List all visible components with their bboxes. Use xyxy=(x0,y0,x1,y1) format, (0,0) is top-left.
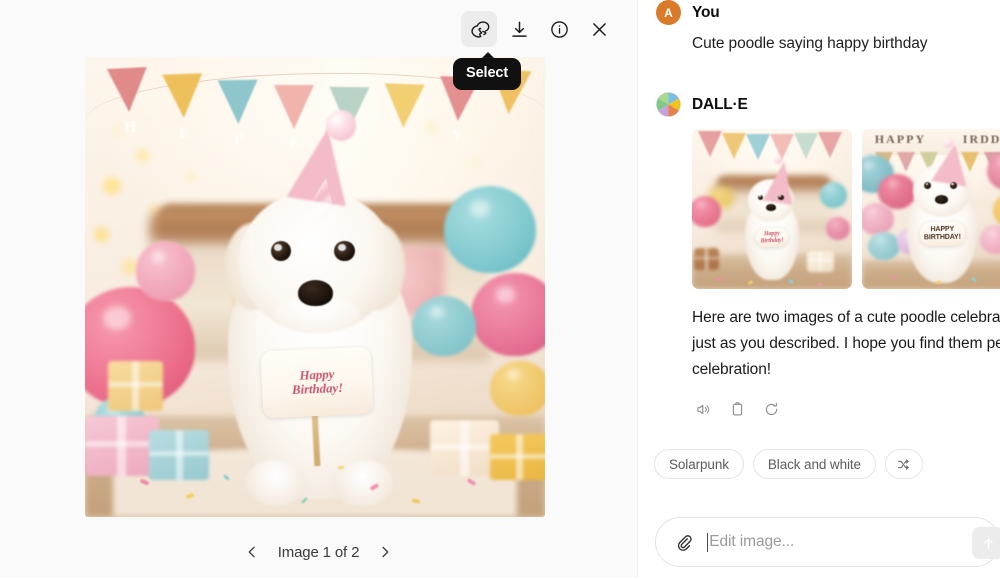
chevron-right-icon xyxy=(382,546,389,558)
gift-box xyxy=(85,415,159,476)
bunting-flag: H xyxy=(106,66,150,135)
balloon xyxy=(489,360,545,416)
balloon xyxy=(135,241,196,301)
download-button[interactable] xyxy=(501,11,537,47)
image-counter-label: Image 1 of 2 xyxy=(277,543,360,561)
gift-box xyxy=(149,429,210,481)
previous-image-button[interactable] xyxy=(238,538,266,566)
assistant-message-body: Here are two images of a cute poodle cel… xyxy=(656,289,1000,383)
select-lasso-icon xyxy=(470,20,489,38)
dalle-pie-logo-icon xyxy=(656,92,681,117)
info-button[interactable] xyxy=(541,11,577,47)
assistant-message-header: DALL·E xyxy=(656,92,982,118)
select-tool-button[interactable] xyxy=(461,11,497,47)
composer-input-box[interactable]: Edit image... xyxy=(655,517,1000,567)
assistant-message-text: Here are two images of a cute poodle cel… xyxy=(692,309,1000,379)
poodle-paw xyxy=(246,459,306,506)
balloon xyxy=(471,273,545,356)
user-message: A You Cute poodle saying happy birthday xyxy=(638,0,1000,56)
image-viewer-pane: Select H E P P Y Happy Birthday! Image 1… xyxy=(0,0,637,578)
chat-panel: A You Cute poodle saying happy birthday xyxy=(637,0,1000,578)
close-button[interactable] xyxy=(581,11,617,47)
main-generated-image[interactable]: H E P P Y Happy Birthday! xyxy=(85,57,545,517)
dalle-image-viewer-app: Select H E P P Y Happy Birthday! Image 1… xyxy=(0,0,1000,578)
bunting-flag: P xyxy=(218,80,259,148)
poodle-nose xyxy=(297,280,333,306)
balloon xyxy=(443,185,536,274)
composer-text-field[interactable]: Edit image... xyxy=(696,518,991,566)
chip-solarpunk[interactable]: Solarpunk xyxy=(654,449,744,480)
viewer-toolbar xyxy=(461,11,617,47)
download-icon xyxy=(511,21,527,37)
read-aloud-button[interactable] xyxy=(689,395,717,423)
balloon xyxy=(411,296,476,356)
assistant-message-author: DALL·E xyxy=(692,95,748,113)
copy-button[interactable] xyxy=(723,395,751,423)
message-actions xyxy=(656,383,982,423)
regenerate-button[interactable] xyxy=(757,395,785,423)
chevron-left-icon xyxy=(248,546,255,558)
main-image-canvas: H E P P Y Happy Birthday! xyxy=(85,57,545,517)
send-arrow-icon xyxy=(983,537,993,549)
thumbnail-row: Happy Birthday! HAPPY IRD HAPPY BIRTHDAY… xyxy=(656,117,1000,290)
refresh-icon xyxy=(765,402,777,415)
image-navigation: Image 1 of 2 xyxy=(0,538,637,566)
gift-box xyxy=(430,420,499,476)
next-image-button[interactable] xyxy=(371,538,399,566)
poodle-eye xyxy=(334,241,355,262)
birthday-sign: Happy Birthday! xyxy=(260,346,374,419)
thumbnail-image-2[interactable]: HAPPY IRDDA xyxy=(862,129,1000,290)
sign-line-2: Birthday! xyxy=(291,380,344,398)
chat-scroll-area[interactable]: A You Cute poodle saying happy birthday xyxy=(638,0,1000,506)
thumbnail-image-1[interactable]: Happy Birthday! xyxy=(692,129,852,290)
bunting-flag xyxy=(383,82,425,129)
gift-box xyxy=(108,360,164,412)
assistant-message: DALL·E Happy Birthday! HAPPY IRD HAPPY B… xyxy=(638,56,1000,423)
birthday-sign-text: Happy Birthday! xyxy=(261,347,374,418)
info-circle-icon xyxy=(550,20,568,38)
bunting-flag: E xyxy=(162,73,204,141)
clipboard-icon xyxy=(732,401,742,416)
user-avatar: A xyxy=(656,0,681,25)
close-x-icon xyxy=(592,22,606,36)
bunting-flag: P xyxy=(273,85,314,152)
composer-placeholder: Edit image... xyxy=(709,533,795,550)
select-tooltip: Select xyxy=(453,52,522,90)
message-composer: Edit image... xyxy=(638,506,1000,578)
gift-box xyxy=(489,434,545,481)
user-message-header: A You xyxy=(656,0,982,25)
user-message-text: Cute poodle saying happy birthday xyxy=(692,35,928,52)
dalle-logo-avatar xyxy=(656,92,681,118)
user-message-author: You xyxy=(692,3,720,21)
party-hat-pompom xyxy=(326,110,357,141)
send-button[interactable] xyxy=(972,527,1000,559)
chip-shuffle[interactable] xyxy=(884,449,923,480)
suggestion-chips: Solarpunk Black and white xyxy=(638,423,1000,480)
thumbnail-1-canvas: Happy Birthday! xyxy=(692,129,852,290)
text-caret xyxy=(707,532,709,552)
attach-file-button[interactable] xyxy=(670,529,696,555)
paperclip-icon xyxy=(677,534,692,551)
chip-black-and-white[interactable]: Black and white xyxy=(752,449,876,480)
shuffle-icon xyxy=(898,458,910,470)
thumbnail-2-canvas: HAPPY IRDDA xyxy=(862,129,1000,290)
speaker-icon xyxy=(696,404,709,414)
